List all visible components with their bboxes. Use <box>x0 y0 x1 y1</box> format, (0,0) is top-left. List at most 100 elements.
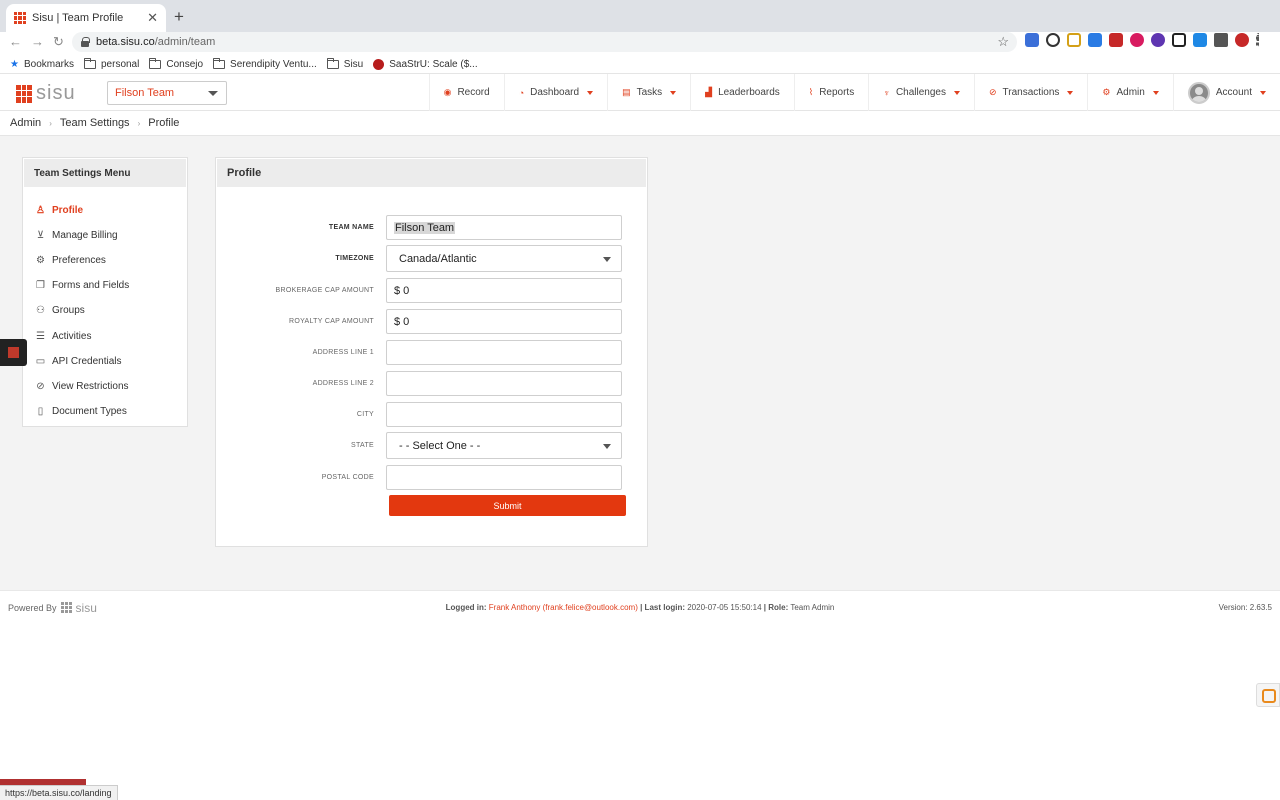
caret-down-icon <box>587 90 594 95</box>
side-widget-button[interactable] <box>0 339 27 366</box>
link-status-bar: https://beta.sisu.co/landing <box>0 785 118 800</box>
bookmark-item[interactable]: personal <box>83 57 139 70</box>
nav-challenges[interactable]: ♆ Challenges <box>868 74 974 111</box>
breadcrumb-admin[interactable]: Admin <box>10 117 41 129</box>
nav-account[interactable]: Account <box>1172 74 1280 111</box>
profile-title: Profile <box>217 159 646 187</box>
logged-in-user[interactable]: Frank Anthony (frank.felice@outlook.com) <box>489 603 638 612</box>
city-label: CITY <box>356 411 374 418</box>
caret-down-icon <box>603 444 611 449</box>
address-line-2-input[interactable] <box>386 371 622 396</box>
address-line-1-label: ADDRESS LINE 1 <box>312 349 374 356</box>
nav-dashboard[interactable]: ◔ Dashboard <box>503 74 607 111</box>
dashboard-icon: ◔ <box>518 87 525 98</box>
address-line-2-label: ADDRESS LINE 2 <box>312 380 374 387</box>
extension-icon[interactable] <box>1172 33 1186 47</box>
timezone-label: TIMEZONE <box>335 255 374 262</box>
tab-title: Sisu | Team Profile <box>32 12 124 24</box>
chevron-right-icon: › <box>137 118 141 128</box>
forward-icon[interactable]: → <box>31 34 44 49</box>
chart-icon: ⌇ <box>808 87 814 97</box>
brokerage-cap-input[interactable]: $ 0 <box>386 278 622 303</box>
copy-icon: ❐ <box>36 280 45 292</box>
bookmark-item[interactable]: ★ Bookmarks <box>10 59 74 70</box>
browser-menu-icon[interactable] <box>1256 33 1260 47</box>
id-card-icon: ▭ <box>35 355 46 367</box>
leaderboard-icon: ▟ <box>705 87 713 97</box>
back-icon[interactable]: ← <box>9 34 22 49</box>
extension-icon[interactable] <box>1109 33 1123 47</box>
caret-down-icon <box>1260 90 1266 95</box>
logo-text: sisu <box>36 82 76 104</box>
extension-icon[interactable] <box>1025 33 1039 47</box>
royalty-cap-label: ROYALTY CAP AMOUNT <box>288 318 374 325</box>
nav-reports[interactable]: ⌇ Reports <box>793 74 868 111</box>
extension-icons <box>1025 33 1260 47</box>
menu-item-preferences[interactable]: ⚙ Preferences <box>23 248 187 273</box>
puzzle-icon[interactable] <box>1214 33 1228 47</box>
profile-card: Profile TEAM NAME Filson Team TIMEZONE C… <box>215 157 648 547</box>
nav-admin[interactable]: ⚙ Admin <box>1087 74 1172 111</box>
help-widget-icon[interactable] <box>1256 683 1280 707</box>
postal-code-input[interactable] <box>386 465 622 490</box>
url-host: beta.sisu.co <box>96 36 155 48</box>
folder-icon <box>213 57 226 69</box>
folder-icon <box>326 57 339 69</box>
ban-icon: ⊘ <box>36 380 45 392</box>
menu-item-view-restrictions[interactable]: ⊘ View Restrictions <box>23 374 187 399</box>
browser-tab-bar: Sisu | Team Profile ✕ + <box>0 0 1280 32</box>
extension-icon[interactable] <box>1046 33 1060 47</box>
users-icon: ⚇ <box>36 305 45 317</box>
breadcrumb-team-settings[interactable]: Team Settings <box>60 117 130 129</box>
bookmark-item[interactable]: Sisu <box>326 57 363 70</box>
menu-item-activities[interactable]: ☰ Activities <box>23 323 187 348</box>
city-input[interactable] <box>386 402 622 427</box>
extension-icon[interactable] <box>1088 33 1102 47</box>
main-content: Team Settings Menu ♙ Profile ⊻ Manage Bill… <box>0 136 1280 590</box>
profile-avatar-icon[interactable] <box>1235 33 1249 47</box>
menu-item-groups[interactable]: ⚇ Groups <box>23 298 187 323</box>
sisu-logo[interactable]: sisu <box>16 82 76 105</box>
address-line-1-input[interactable] <box>386 340 622 365</box>
menu-item-api-credentials[interactable]: ▭ API Credentials <box>23 349 187 374</box>
bookmark-item[interactable]: Consejo <box>149 57 203 70</box>
team-selector[interactable]: Filson Team <box>107 81 227 105</box>
extension-icon[interactable] <box>1151 33 1165 47</box>
reload-icon[interactable]: ↻ <box>53 34 64 50</box>
menu-item-forms-and-fields[interactable]: ❐ Forms and Fields <box>23 273 187 298</box>
extension-icon[interactable] <box>1130 33 1144 47</box>
timezone-select[interactable]: Canada/Atlantic <box>386 245 622 272</box>
nav-transactions[interactable]: ⊘ Transactions <box>974 74 1087 111</box>
menu-item-document-types[interactable]: ▯ Document Types <box>23 399 187 424</box>
caret-down-icon <box>603 257 611 262</box>
nav-record[interactable]: ◉ Record <box>428 74 504 111</box>
bookmarks-bar: ★ Bookmarks personal Consejo Serendipity … <box>0 55 1280 73</box>
menu-title: Team Settings Menu <box>24 159 186 187</box>
close-tab-icon[interactable]: ✕ <box>147 10 158 26</box>
extension-icon[interactable] <box>1067 33 1081 47</box>
extension-icon[interactable] <box>1193 33 1207 47</box>
tasks-icon: ▤ <box>622 87 631 97</box>
star-icon: ★ <box>10 58 19 70</box>
team-name-input[interactable]: Filson Team <box>386 215 622 240</box>
browser-tab[interactable]: Sisu | Team Profile ✕ <box>6 4 166 32</box>
bookmark-item[interactable]: SaaStrU: Scale ($... <box>373 58 478 70</box>
caret-down-icon <box>1152 90 1159 95</box>
bookmark-item[interactable]: Serendipity Ventu... <box>213 57 317 70</box>
bookmark-star-icon[interactable]: ☆ <box>997 34 1009 50</box>
team-settings-menu: Team Settings Menu ♙ Profile ⊻ Manage Bill… <box>22 157 188 427</box>
menu-item-manage-billing[interactable]: ⊻ Manage Billing <box>23 223 187 248</box>
state-select[interactable]: - - Select One - - <box>386 432 622 459</box>
nav-leaderboards[interactable]: ▟ Leaderboards <box>690 74 794 111</box>
team-selector-value: Filson Team <box>115 87 175 99</box>
team-name-label: TEAM NAME <box>328 224 374 231</box>
nav-tasks[interactable]: ▤ Tasks <box>607 74 690 111</box>
address-bar[interactable]: beta.sisu.co/admin/team ☆ <box>72 32 1017 52</box>
saastr-icon <box>373 58 385 70</box>
new-tab-icon[interactable]: + <box>174 7 184 27</box>
submit-button[interactable]: Submit <box>389 495 626 516</box>
menu-item-profile[interactable]: ♙ Profile <box>23 198 187 223</box>
avatar <box>1187 81 1210 104</box>
sisu-favicon-icon <box>14 12 26 24</box>
royalty-cap-input[interactable]: $ 0 <box>386 309 622 334</box>
